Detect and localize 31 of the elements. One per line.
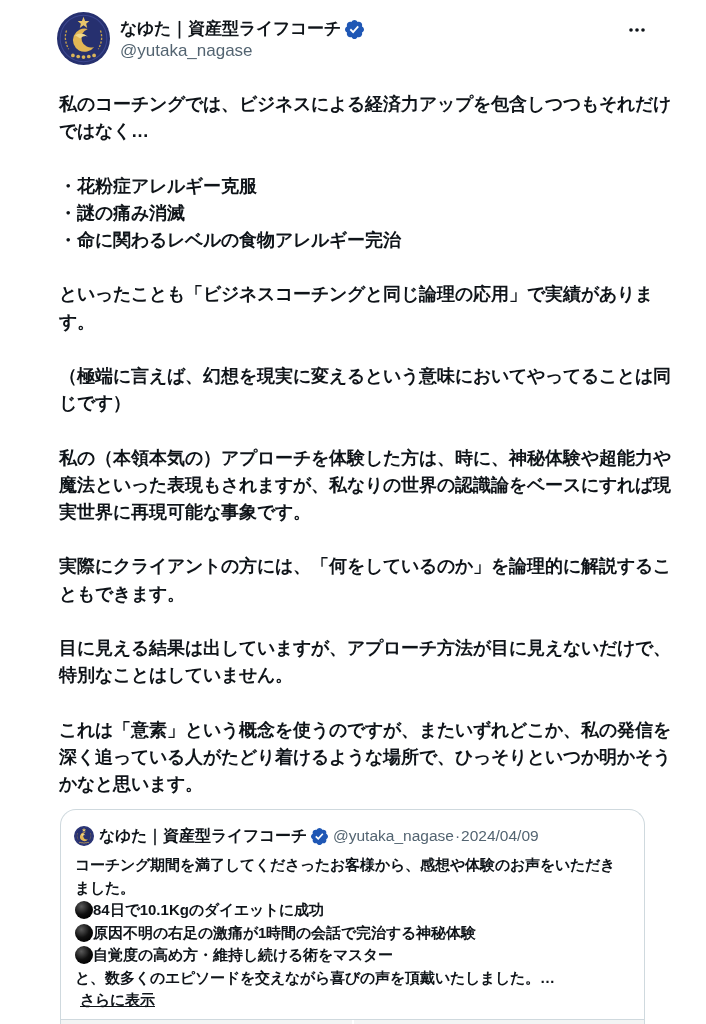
show-more-link[interactable]: さらに表示 [80,991,155,1009]
bullet-circle-icon [75,901,93,920]
post-paragraph: （極端に言えば、幻想を現実に変えるという意味においてやってることは同じです） [59,365,672,416]
photo-placeholder[interactable] [353,1019,644,1024]
list-item: ・花粉症アレルギー克服 [59,174,257,198]
crescent-moon-avatar-icon [57,12,110,65]
quoted-text: 84日で10.1Kgのダイエットに成功 [93,900,324,921]
photo-placeholder[interactable] [61,1019,352,1024]
quoted-text: 原因不明の右足の激痛が1時間の会話で完治する神秘体験 [93,922,477,943]
post-paragraph: 私の（本領本気の）アプローチを体験した方は、時に、神秘体験や超能力や魔法といった表現もされますが、私なりの世界の認識論をベースにすれば現実世界に再現可能な事象です。 [59,446,672,524]
quoted-text: 自覚度の高め方・維持し続ける術をマスター [93,945,393,966]
post-date: 2024/04/09 [461,826,539,847]
more-icon [629,28,645,32]
bullet-circle-icon [75,923,93,942]
quoted-text: コーチング期間を満了してくださったお客様から、感想や体験のお声をいただきました。 [75,855,616,898]
bullet-circle-icon [75,946,93,965]
list-item: ・命に関わるレベルの食物アレルギー完治 [59,229,401,252]
author-name[interactable]: なゆた｜資産型ライフコーチ [120,18,341,40]
post-paragraph: これは「意素」という概念を使うのですが、またいずれどこか、私の発信を深く追っている人がたどり着けるような場所で、ひっそりといつか明かそうかなと思います。 [59,718,672,796]
list-item: ・謎の痛み消滅 [59,201,185,225]
post-paragraph: といったことも「ビジネスコーチングと同じ論理の応用」で実績があります。 [59,283,654,334]
author-handle[interactable]: @yutaka_nagase [120,40,364,62]
quoted-post-card[interactable]: なゆた｜資産型ライフコーチ @yutaka_nagase·2024/04/09 コーチング期間を満了してくださったお客様から、感想や体験のお声をいただきました。 84日で10.1Kgのダイエットに成功 原因不明の右足の激痛が1時間の会話で完治する神秘体験 自覚度の高め方・維持し続ける術をマスター と、数多くのエピソードを交えながら喜びの声を頂戴いたしました。… さらに表示 [60,809,645,1024]
post-paragraph: 私のコーチングでは、ビジネスによる経済力アップを包含しつつもそれだけではなく… [59,93,672,144]
post-paragraph: 目に見える結果は出していますが、アプローチ方法が目に見えないだけで、特別なことはしていません。 [59,636,672,688]
crescent-moon-avatar-icon [74,826,94,847]
quoted-text: と、数多くのエピソードを交えながら喜びの声を頂戴いたしました。… [75,968,555,986]
quoted-author-handle: @yutaka_nagase [333,826,454,847]
quoted-author-name: なゆた｜資産型ライフコーチ [99,826,307,847]
separator-dot: · [453,826,461,847]
post-paragraph: 実際にクライアントの方には、「何をしているのか」を論理的に解説することもできます。 [59,555,672,606]
